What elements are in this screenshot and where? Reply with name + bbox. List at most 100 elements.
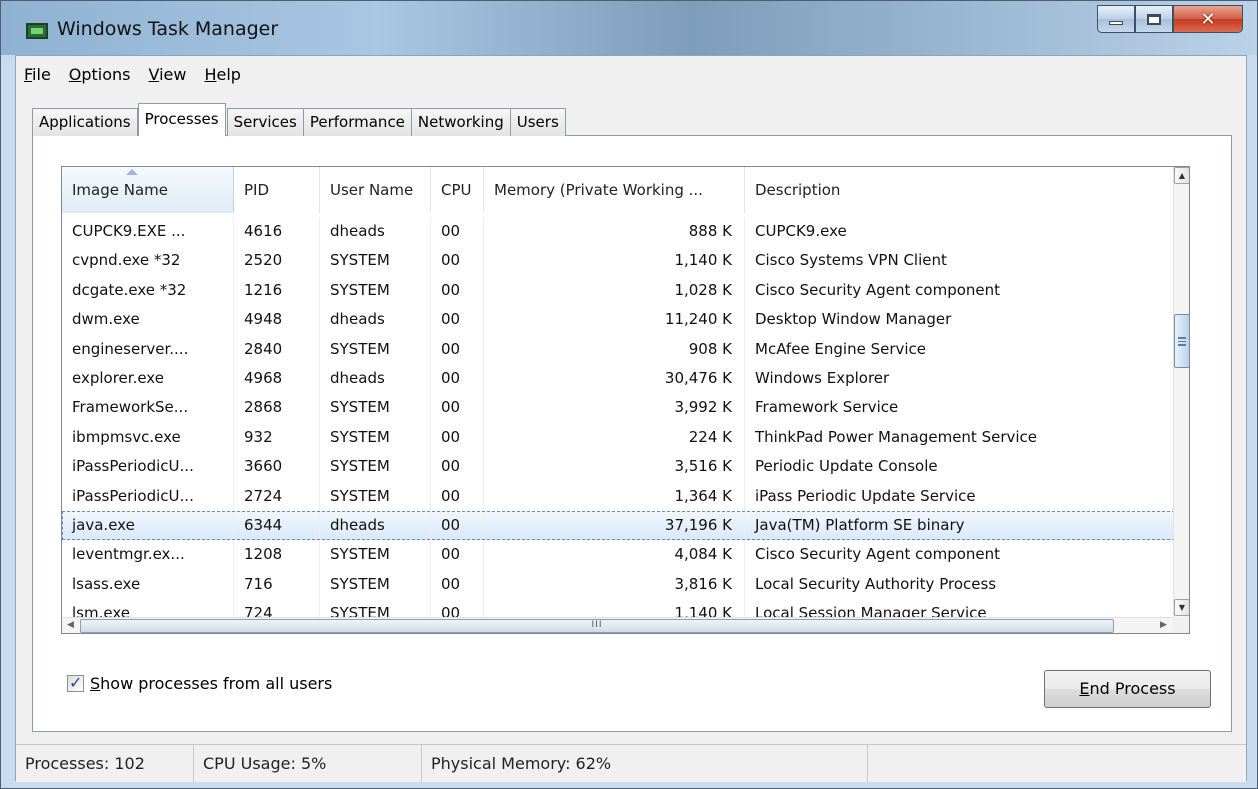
cell-user-name: dheads <box>320 217 431 247</box>
minimize-button[interactable] <box>1097 5 1135 33</box>
show-all-users-option[interactable]: Show processes from all users <box>67 673 332 693</box>
cell-image-name: iPassPeriodicU... <box>62 481 234 511</box>
cell-memory: 37,196 K <box>484 510 745 541</box>
cell-pid: 4616 <box>234 217 320 247</box>
process-row[interactable]: explorer.exe 4968 dheads 00 30,476 K Windows … <box>62 363 1175 394</box>
tab-strip: Applications Processes Services Performance… <box>32 103 566 136</box>
column-header-label: CPU <box>441 181 472 199</box>
scroll-up-button[interactable]: ▲ <box>1174 167 1189 184</box>
cell-user-name: SYSTEM <box>320 393 431 423</box>
end-process-button[interactable]: End Process <box>1044 670 1211 708</box>
cell-cpu: 00 <box>431 275 484 306</box>
process-row[interactable]: java.exe 6344 dheads 00 37,196 K Java(TM) Pla… <box>62 510 1175 541</box>
show-all-users-checkbox[interactable] <box>67 673 84 692</box>
column-header-label: Description <box>755 181 841 199</box>
cell-description: ThinkPad Power Management Service <box>755 427 1038 446</box>
cell-pid: 716 <box>234 569 320 600</box>
cell-cpu: 00 <box>431 540 484 570</box>
process-list[interactable]: Image Name PID User Name CPU Memory (Private… <box>61 166 1190 634</box>
cell-cpu: 00 <box>431 422 484 453</box>
tab-applications[interactable]: Applications <box>32 108 138 136</box>
menu-file[interactable]: File <box>16 62 63 88</box>
cell-user-name: SYSTEM <box>320 275 431 306</box>
cell-description: Desktop Window Manager <box>755 310 952 329</box>
horizontal-scroll-thumb[interactable]: III <box>80 619 1114 633</box>
column-header-description[interactable]: Description <box>745 167 1175 213</box>
scroll-left-button[interactable]: ◀ <box>62 618 79 633</box>
title-bar[interactable]: Windows Task Manager ✕ <box>1 1 1257 55</box>
menu-view[interactable]: View <box>143 62 199 88</box>
sort-ascending-icon <box>126 169 138 175</box>
cell-pid: 3660 <box>234 452 320 482</box>
show-all-users-label[interactable]: Show processes from all users <box>90 674 332 693</box>
menu-bar: File Options View Help <box>16 62 253 88</box>
cell-description: CUPCK9.exe <box>755 222 847 240</box>
process-row[interactable]: ibmpmsvc.exe 932 SYSTEM 00 224 K ThinkPad Pow… <box>62 422 1175 453</box>
cell-description: Framework Service <box>755 398 899 417</box>
tab-services[interactable]: Services <box>226 108 304 136</box>
status-empty-panel <box>868 745 1246 783</box>
cell-image-name: explorer.exe <box>62 363 234 394</box>
cell-memory: 888 K <box>484 217 745 247</box>
cell-memory: 3,516 K <box>484 452 745 482</box>
cell-cpu: 00 <box>431 393 484 423</box>
column-header-cpu[interactable]: CPU <box>431 167 484 213</box>
process-row[interactable]: dwm.exe 4948 dheads 00 11,240 K Desktop Windo… <box>62 305 1175 335</box>
cell-user-name: dheads <box>320 510 431 541</box>
vertical-scrollbar[interactable]: ▲ ▼ <box>1173 167 1189 619</box>
cell-cpu: 00 <box>431 569 484 600</box>
process-row[interactable]: iPassPeriodicU... 2724 SYSTEM 00 1,364 K iPas… <box>62 481 1175 511</box>
cell-description: Cisco Security Agent component <box>755 545 1001 564</box>
tab-performance[interactable]: Performance <box>302 108 412 136</box>
cell-memory: 11,240 K <box>484 305 745 335</box>
close-button[interactable]: ✕ <box>1173 5 1243 33</box>
cell-memory: 3,992 K <box>484 393 745 423</box>
cell-memory: 1,028 K <box>484 275 745 306</box>
cell-user-name: SYSTEM <box>320 452 431 482</box>
column-header-pid[interactable]: PID <box>234 167 320 213</box>
process-row[interactable]: FrameworkSe... 2868 SYSTEM 00 3,992 K Framewo… <box>62 393 1175 423</box>
cell-image-name: dwm.exe <box>62 305 234 335</box>
scroll-down-button[interactable]: ▼ <box>1174 599 1189 616</box>
menu-options[interactable]: Options <box>63 62 143 88</box>
vertical-scroll-thumb[interactable] <box>1174 314 1189 368</box>
cell-pid: 2520 <box>234 246 320 276</box>
cell-description: Java(TM) Platform SE binary <box>755 515 965 534</box>
tab-networking[interactable]: Networking <box>410 108 511 136</box>
cell-image-name: lsass.exe <box>62 569 234 600</box>
cell-pid: 2840 <box>234 334 320 364</box>
minimize-icon <box>1109 21 1123 25</box>
process-row[interactable]: dcgate.exe *32 1216 SYSTEM 00 1,028 K Cisco S… <box>62 275 1175 306</box>
column-header-image-name[interactable]: Image Name <box>62 167 234 213</box>
scroll-right-button[interactable]: ▶ <box>1155 618 1172 633</box>
process-row[interactable]: CUPCK9.EXE ... 4616 dheads 00 888 K CUPCK9.ex… <box>62 217 1175 247</box>
cell-cpu: 00 <box>431 334 484 364</box>
status-physical-memory: Physical Memory: 62% <box>422 745 868 783</box>
process-row[interactable]: iPassPeriodicU... 3660 SYSTEM 00 3,516 K Peri… <box>62 452 1175 482</box>
cell-image-name: engineserver.... <box>62 334 234 364</box>
cell-user-name: SYSTEM <box>320 481 431 511</box>
process-row[interactable]: lsass.exe 716 SYSTEM 00 3,816 K Local Securit… <box>62 569 1175 600</box>
tab-users[interactable]: Users <box>509 108 566 136</box>
cell-cpu: 00 <box>431 217 484 247</box>
cell-memory: 30,476 K <box>484 363 745 394</box>
cell-image-name: ibmpmsvc.exe <box>62 422 234 453</box>
process-row[interactable]: engineserver.... 2840 SYSTEM 00 908 K McAfee … <box>62 334 1175 364</box>
cell-description: Windows Explorer <box>755 368 890 387</box>
column-header-memory[interactable]: Memory (Private Working ... <box>484 167 745 213</box>
cell-memory: 1,140 K <box>484 246 745 276</box>
cell-memory: 908 K <box>484 334 745 364</box>
column-header-user-name[interactable]: User Name <box>320 167 431 213</box>
cell-image-name: FrameworkSe... <box>62 393 234 423</box>
cell-pid: 932 <box>234 422 320 453</box>
cell-pid: 1208 <box>234 540 320 570</box>
cell-image-name: dcgate.exe *32 <box>62 275 234 306</box>
cell-memory: 224 K <box>484 422 745 453</box>
tab-processes[interactable]: Processes <box>137 103 226 136</box>
column-header-label: PID <box>244 181 270 199</box>
process-row[interactable]: leventmgr.ex... 1208 SYSTEM 00 4,084 K Cisco … <box>62 540 1175 570</box>
process-row[interactable]: cvpnd.exe *32 2520 SYSTEM 00 1,140 K Cisco Sy… <box>62 246 1175 276</box>
menu-help[interactable]: Help <box>198 62 252 88</box>
horizontal-scrollbar[interactable]: ◀ III ▶ <box>62 617 1189 633</box>
maximize-button[interactable] <box>1135 5 1173 33</box>
